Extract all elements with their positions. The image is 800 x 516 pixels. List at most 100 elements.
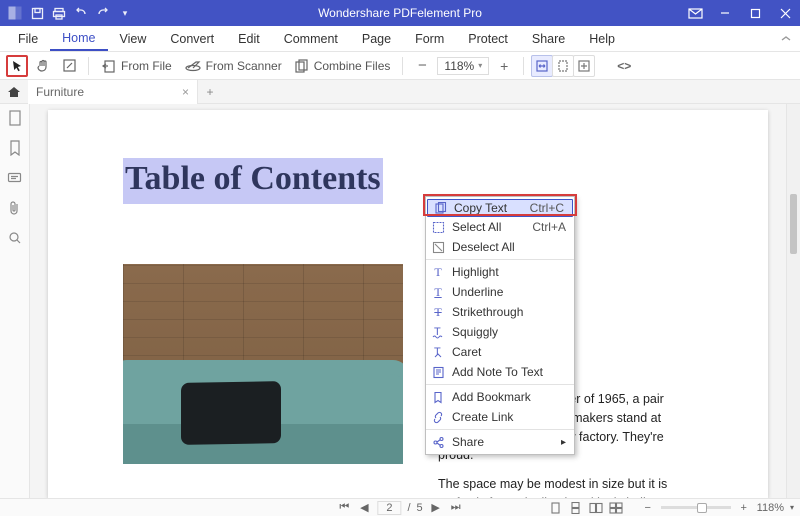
zoom-in-status[interactable]: + <box>737 501 751 515</box>
redo-icon[interactable] <box>96 6 110 20</box>
statusbar: ⏮ ◀ 2 / 5 ▶ ⏭ − + 118% ▾ <box>0 498 800 516</box>
zoom-out-status[interactable]: − <box>641 501 655 515</box>
menu-comment[interactable]: Comment <box>272 26 350 51</box>
select-all-icon <box>430 219 446 235</box>
pdf-page: Table of Contents … on a quaint … summer… <box>48 110 768 498</box>
menu-share[interactable]: Share <box>520 26 577 51</box>
zoom-dropdown-icon[interactable]: ▾ <box>790 503 794 512</box>
ctx-strikethrough[interactable]: T Strikethrough <box>426 302 574 322</box>
zoom-in-button[interactable]: + <box>493 55 515 77</box>
tab-label: Furniture <box>36 85 84 99</box>
fit-width-button[interactable] <box>531 55 553 77</box>
mail-icon[interactable] <box>680 0 710 26</box>
menu-convert[interactable]: Convert <box>158 26 226 51</box>
scanner-icon <box>184 60 202 72</box>
ctx-deselect-all[interactable]: Deselect All <box>426 237 574 257</box>
ctx-copy-text[interactable]: Copy Text Ctrl+C <box>427 199 573 217</box>
page-number-field[interactable]: 2 <box>377 501 401 515</box>
menu-view[interactable]: View <box>108 26 159 51</box>
zoom-slider[interactable] <box>661 506 731 509</box>
from-scanner-button[interactable]: From Scanner <box>180 59 286 73</box>
selected-heading[interactable]: Table of Contents <box>123 158 383 204</box>
zoom-value: 118% <box>757 502 784 514</box>
hand-tool[interactable] <box>32 55 54 77</box>
underline-icon: T <box>430 284 446 300</box>
menu-edit[interactable]: Edit <box>226 26 272 51</box>
fit-page-button[interactable] <box>552 55 574 77</box>
vertical-scrollbar[interactable] <box>786 104 800 498</box>
bookmark-icon <box>430 389 446 405</box>
menubar: File Home View Convert Edit Comment Page… <box>0 26 800 52</box>
continuous-view-icon[interactable] <box>569 501 583 515</box>
single-page-view-icon[interactable] <box>549 501 563 515</box>
highlight-icon: T <box>430 264 446 280</box>
combine-icon <box>294 59 310 73</box>
minimize-button[interactable] <box>710 0 740 26</box>
menu-home[interactable]: Home <box>50 26 107 51</box>
home-tab-icon[interactable] <box>0 85 28 98</box>
ctx-highlight[interactable]: T Highlight <box>426 262 574 282</box>
left-panel <box>0 104 30 498</box>
quick-dropdown-icon[interactable]: ▾ <box>118 6 132 20</box>
share-icon <box>430 434 446 450</box>
comments-icon[interactable] <box>7 170 23 186</box>
menu-file[interactable]: File <box>6 26 50 51</box>
ctx-select-all[interactable]: Select All Ctrl+A <box>426 217 574 237</box>
menu-form[interactable]: Form <box>403 26 456 51</box>
document-tab[interactable]: Furniture × <box>28 80 198 104</box>
submenu-arrow-icon: ▸ <box>561 437 566 448</box>
titlebar: ▾ Wondershare PDFelement Pro <box>0 0 800 26</box>
edit-tool[interactable] <box>58 55 80 77</box>
zoom-field[interactable]: 118% ▾ <box>437 57 489 75</box>
ctx-create-link[interactable]: Create Link <box>426 407 574 427</box>
maximize-button[interactable] <box>740 0 770 26</box>
ribbon: From File From Scanner Combine Files − 1… <box>0 52 800 80</box>
ctx-share[interactable]: Share ▸ <box>426 432 574 452</box>
ctx-add-bookmark[interactable]: Add Bookmark <box>426 387 574 407</box>
from-file-button[interactable]: From File <box>97 59 176 73</box>
quick-access: ▾ <box>0 6 132 20</box>
attachments-icon[interactable] <box>7 200 23 216</box>
menu-help[interactable]: Help <box>577 26 627 51</box>
save-icon[interactable] <box>30 6 44 20</box>
caret-icon: T <box>430 344 446 360</box>
menu-page[interactable]: Page <box>350 26 403 51</box>
context-menu: Copy Text Ctrl+C Select All Ctrl+A Desel… <box>425 196 575 455</box>
strikethrough-icon: T <box>430 304 446 320</box>
menu-protect[interactable]: Protect <box>456 26 520 51</box>
actual-size-button[interactable] <box>573 55 595 77</box>
page-fit-group <box>532 55 595 77</box>
select-tool[interactable] <box>6 55 28 77</box>
close-tab-icon[interactable]: × <box>182 85 189 99</box>
two-page-view-icon[interactable] <box>589 501 603 515</box>
from-file-icon <box>101 59 117 73</box>
prev-page-icon[interactable]: ◀ <box>357 501 371 515</box>
squiggly-icon: T <box>430 324 446 340</box>
deselect-icon <box>430 239 446 255</box>
collapse-ribbon-icon[interactable] <box>780 35 792 43</box>
first-page-icon[interactable]: ⏮ <box>337 501 351 515</box>
next-page-icon[interactable]: ▶ <box>429 501 443 515</box>
page-sep: / <box>407 502 410 514</box>
new-tab-button[interactable]: + <box>198 85 222 99</box>
combine-files-button[interactable]: Combine Files <box>290 59 395 73</box>
zoom-out-button[interactable]: − <box>411 55 433 77</box>
ctx-add-note[interactable]: Add Note To Text <box>426 362 574 382</box>
undo-icon[interactable] <box>74 6 88 20</box>
two-page-continuous-icon[interactable] <box>609 501 623 515</box>
close-button[interactable] <box>770 0 800 26</box>
page-total: 5 <box>417 502 423 514</box>
document-viewport[interactable]: Table of Contents … on a quaint … summer… <box>30 104 786 498</box>
read-mode-button[interactable]: <> <box>613 55 635 77</box>
search-icon[interactable] <box>7 230 23 246</box>
bookmarks-icon[interactable] <box>7 140 23 156</box>
copy-icon <box>432 200 448 216</box>
ctx-underline[interactable]: T Underline <box>426 282 574 302</box>
page-navigator: ⏮ ◀ 2 / 5 ▶ ⏭ <box>337 501 462 515</box>
scroll-thumb[interactable] <box>790 194 797 254</box>
last-page-icon[interactable]: ⏭ <box>449 501 463 515</box>
thumbnails-icon[interactable] <box>7 110 23 126</box>
ctx-caret[interactable]: T Caret <box>426 342 574 362</box>
print-icon[interactable] <box>52 6 66 20</box>
ctx-squiggly[interactable]: T Squiggly <box>426 322 574 342</box>
